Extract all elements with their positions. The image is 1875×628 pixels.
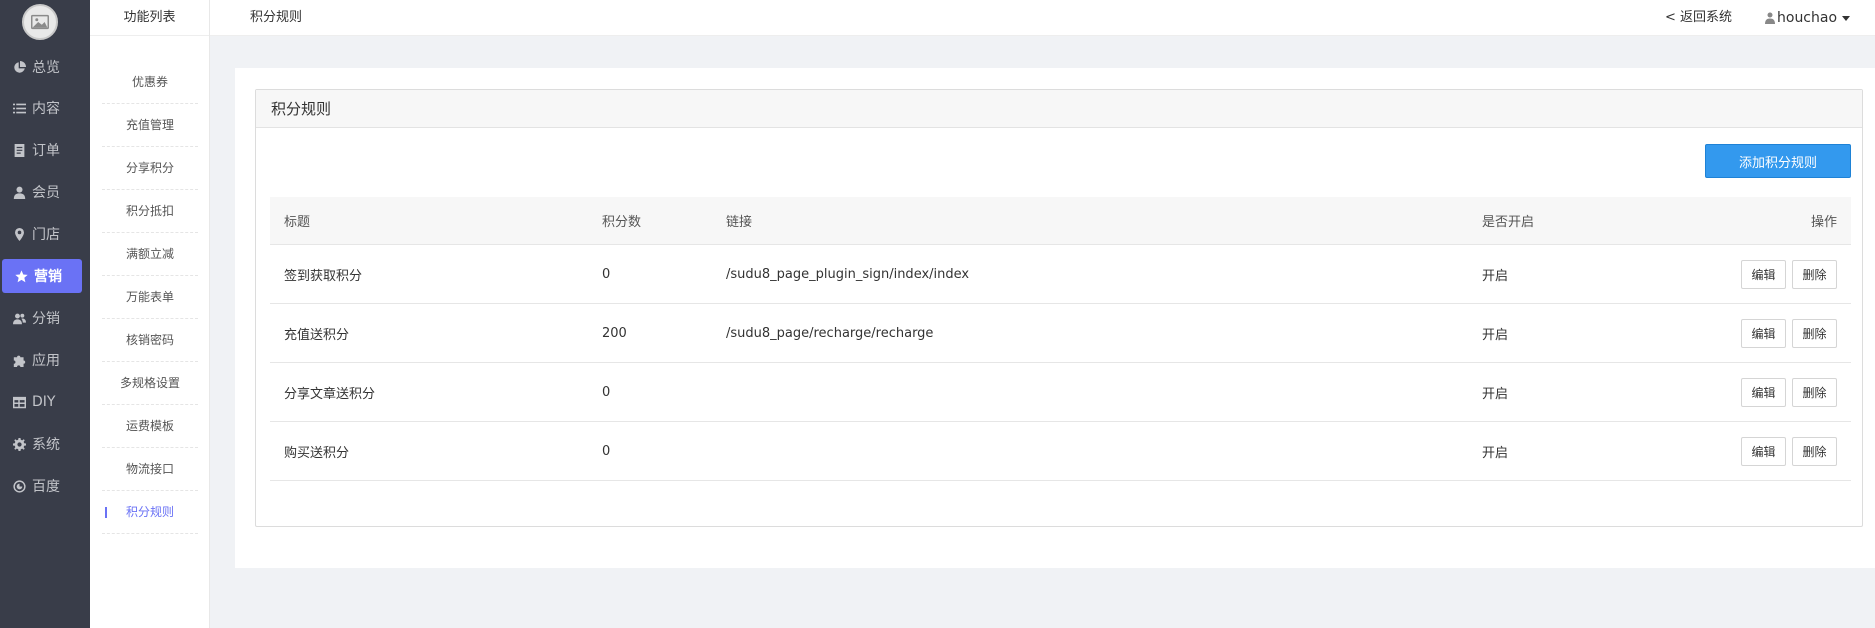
nav-item-apps[interactable]: 应用 — [0, 343, 90, 377]
document-icon — [11, 142, 27, 158]
logo[interactable] — [22, 4, 58, 40]
table-row: 分享文章送积分 0 开启 编辑 删除 — [270, 363, 1851, 422]
row-actions: 编辑 删除 — [1741, 319, 1837, 348]
delete-button[interactable]: 删除 — [1792, 437, 1837, 466]
subnav-item-universal-form[interactable]: 万能表单 — [102, 276, 198, 319]
nav-item-system[interactable]: 系统 — [0, 427, 90, 461]
row-enabled: 开启 — [1482, 268, 1509, 284]
subnav-item-recharge[interactable]: 充值管理 — [102, 104, 198, 147]
row-points: 0 — [602, 266, 611, 282]
edit-button[interactable]: 编辑 — [1741, 437, 1786, 466]
users-icon — [11, 310, 27, 326]
nav-label: 总览 — [32, 60, 60, 76]
user-menu[interactable]: houchao — [1765, 0, 1851, 36]
star-icon — [13, 268, 29, 284]
nav-item-orders[interactable]: 订单 — [0, 133, 90, 167]
nav-item-members[interactable]: 会员 — [0, 175, 90, 209]
chevron-down-icon — [1842, 15, 1851, 21]
edit-button[interactable]: 编辑 — [1741, 378, 1786, 407]
nav-label: 门店 — [32, 227, 60, 243]
delete-button[interactable]: 删除 — [1792, 260, 1837, 289]
function-list: 优惠券 充值管理 分享积分 积分抵扣 满额立减 万能表单 核销密码 多规格设置 … — [102, 61, 198, 534]
edit-button[interactable]: 编辑 — [1741, 260, 1786, 289]
nav-label: DIY — [32, 394, 56, 410]
table-icon — [11, 394, 27, 410]
points-rules-table: 标题 积分数 链接 是否开启 操作 签到获取积分 0 /sudu8_page_p… — [270, 197, 1851, 481]
delete-button[interactable]: 删除 — [1792, 378, 1837, 407]
nav-item-stores[interactable]: 门店 — [0, 217, 90, 251]
top-header: 积分规则 < 返回系统 houchao — [210, 0, 1875, 36]
add-points-rule-button[interactable]: 添加积分规则 — [1705, 144, 1851, 178]
main-content: 积分规则 添加积分规则 标题 积分数 链接 是否开启 操作 签到获取积分 0 /… — [235, 68, 1875, 568]
nav-label: 订单 — [32, 143, 60, 159]
panel-title: 积分规则 — [256, 90, 1862, 128]
user-icon — [1765, 12, 1775, 24]
column-header-enabled: 是否开启 — [1482, 215, 1535, 230]
list-icon — [11, 100, 27, 116]
nav-label: 分销 — [32, 311, 60, 327]
row-title: 分享文章送积分 — [284, 386, 376, 402]
points-rules-panel: 积分规则 添加积分规则 标题 积分数 链接 是否开启 操作 签到获取积分 0 /… — [255, 89, 1863, 527]
subnav-item-share-points[interactable]: 分享积分 — [102, 147, 198, 190]
row-actions: 编辑 删除 — [1741, 437, 1837, 466]
row-actions: 编辑 删除 — [1741, 378, 1837, 407]
nav-label: 应用 — [32, 353, 60, 369]
breadcrumb: 积分规则 — [250, 10, 303, 25]
subnav-item-logistics-api[interactable]: 物流接口 — [102, 448, 198, 491]
nav-label: 系统 — [32, 437, 60, 453]
subnav-item-verify-password[interactable]: 核销密码 — [102, 319, 198, 362]
nav-item-content[interactable]: 内容 — [0, 91, 90, 125]
row-link: /sudu8_page_plugin_sign/index/index — [726, 266, 970, 282]
row-title: 充值送积分 — [284, 327, 350, 343]
subnav-item-shipping-template[interactable]: 运费模板 — [102, 405, 198, 448]
gear-icon — [11, 436, 27, 452]
row-actions: 编辑 删除 — [1741, 260, 1837, 289]
nav-label: 百度 — [32, 479, 60, 495]
column-header-actions: 操作 — [1810, 215, 1837, 230]
nav-item-diy[interactable]: DIY — [0, 385, 90, 419]
function-sidebar: 功能列表 优惠券 充值管理 分享积分 积分抵扣 满额立减 万能表单 核销密码 多… — [90, 0, 210, 628]
baidu-icon — [11, 478, 27, 494]
row-enabled: 开启 — [1482, 327, 1509, 343]
nav-label: 会员 — [32, 185, 60, 201]
nav-label: 内容 — [32, 101, 60, 117]
table-row: 充值送积分 200 /sudu8_page/recharge/recharge … — [270, 304, 1851, 363]
subnav-item-points-deduction[interactable]: 积分抵扣 — [102, 190, 198, 233]
nav-item-overview[interactable]: 总览 — [0, 50, 90, 84]
image-placeholder-icon — [31, 14, 49, 30]
puzzle-icon — [11, 352, 27, 368]
column-header-points: 积分数 — [602, 215, 642, 230]
nav-item-baidu[interactable]: 百度 — [0, 469, 90, 503]
subnav-item-full-reduction[interactable]: 满额立减 — [102, 233, 198, 276]
row-enabled: 开启 — [1482, 386, 1509, 402]
main-sidebar: 总览 内容 订单 会员 门店 营销 分销 应用 DIY 系统 百度 — [0, 0, 90, 628]
table-row: 签到获取积分 0 /sudu8_page_plugin_sign/index/i… — [270, 245, 1851, 304]
map-pin-icon — [11, 226, 27, 242]
row-points: 0 — [602, 443, 611, 459]
pie-chart-icon — [11, 59, 27, 75]
row-link: /sudu8_page/recharge/recharge — [726, 325, 934, 341]
table-header: 标题 积分数 链接 是否开启 操作 — [270, 197, 1851, 245]
column-header-title: 标题 — [284, 215, 311, 230]
row-enabled: 开启 — [1482, 445, 1509, 461]
subnav-item-points-rules[interactable]: 积分规则 — [102, 491, 198, 534]
subnav-item-coupons[interactable]: 优惠券 — [102, 61, 198, 104]
row-points: 0 — [602, 384, 611, 400]
username: houchao — [1777, 10, 1838, 26]
back-to-system-link[interactable]: < 返回系统 — [1665, 0, 1732, 36]
column-header-link: 链接 — [726, 215, 753, 230]
nav-label: 营销 — [34, 269, 62, 285]
row-title: 签到获取积分 — [284, 268, 363, 284]
edit-button[interactable]: 编辑 — [1741, 319, 1786, 348]
subnav-item-spec-settings[interactable]: 多规格设置 — [102, 362, 198, 405]
row-title: 购买送积分 — [284, 445, 350, 461]
row-points: 200 — [602, 325, 627, 341]
delete-button[interactable]: 删除 — [1792, 319, 1837, 348]
table-row: 购买送积分 0 开启 编辑 删除 — [270, 422, 1851, 481]
function-list-title: 功能列表 — [90, 0, 209, 36]
user-icon — [11, 184, 27, 200]
nav-item-distribution[interactable]: 分销 — [0, 301, 90, 335]
nav-item-marketing[interactable]: 营销 — [2, 259, 82, 293]
